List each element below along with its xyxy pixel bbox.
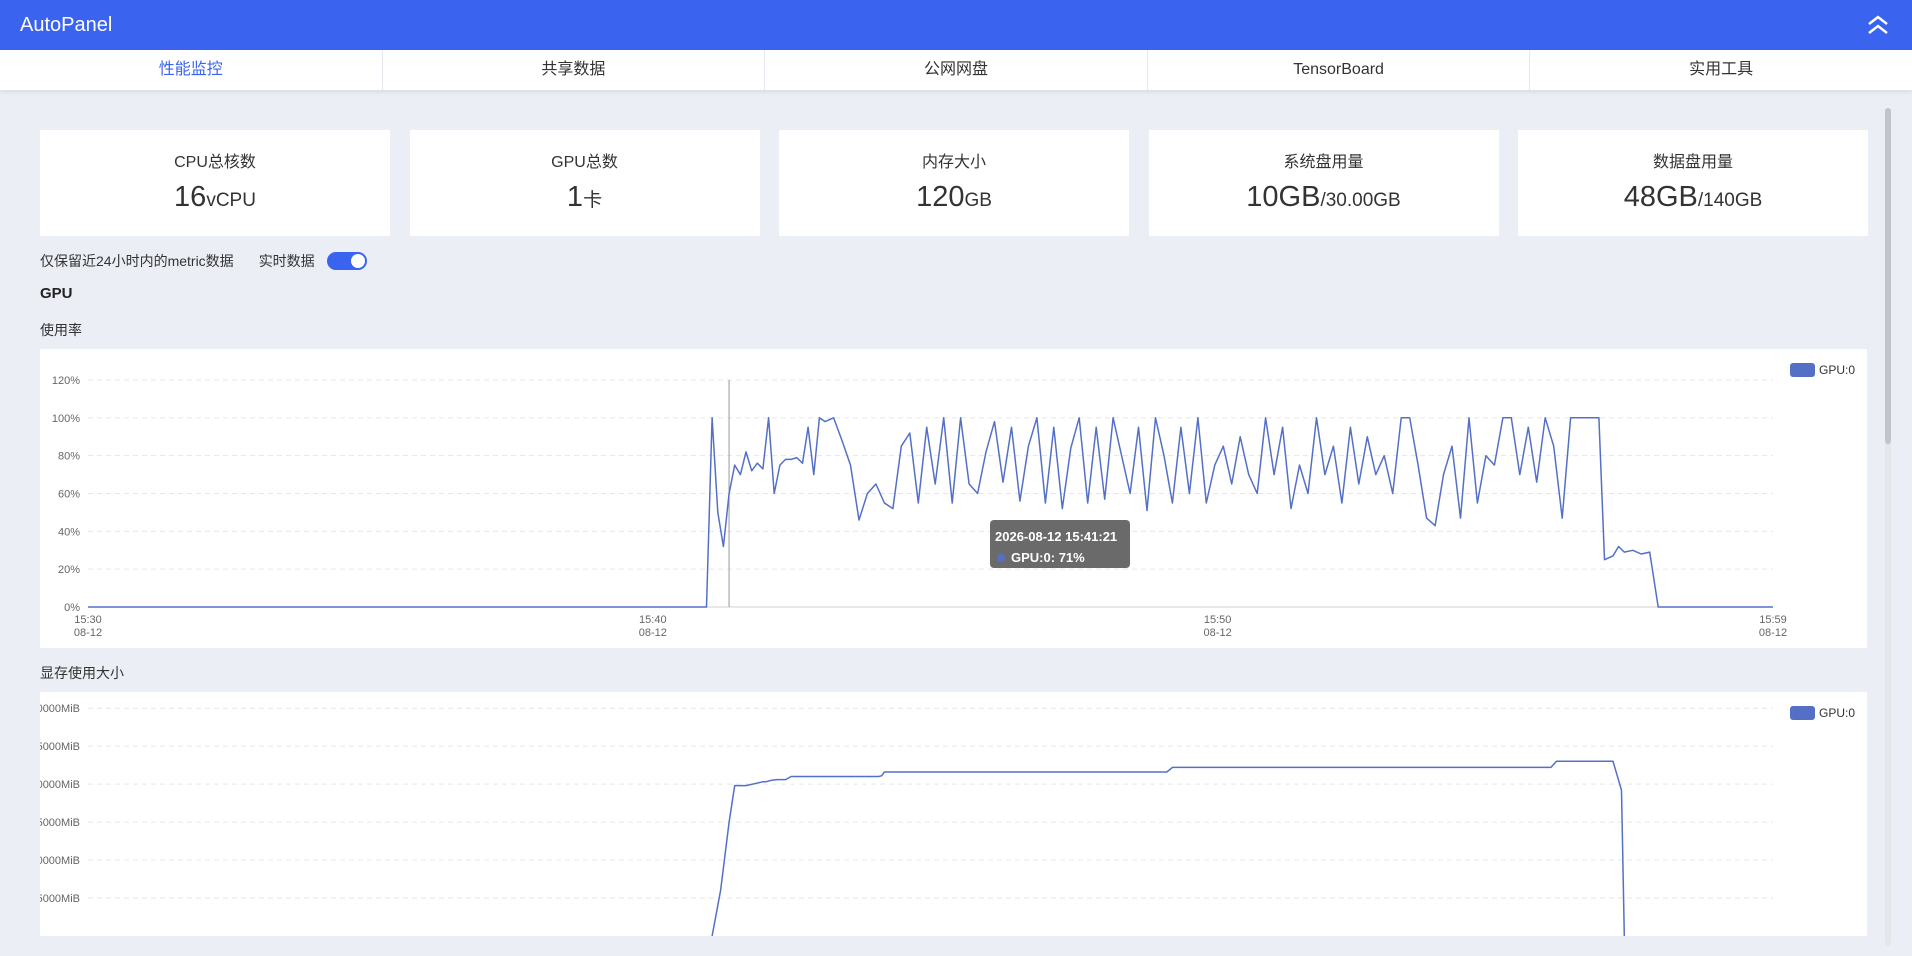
series-line-gpu0: [711, 760, 1626, 936]
memory-card: 内存大小 120GB: [779, 130, 1129, 236]
card-number: 16: [174, 181, 207, 213]
card-value: 10GB/30.00GB: [1149, 181, 1499, 214]
top-bar: AutoPanel: [0, 0, 1912, 50]
scrollbar[interactable]: [1885, 108, 1891, 946]
y-tick-label: 0%: [64, 602, 80, 614]
realtime-label: 实时数据: [258, 253, 315, 269]
tab-public-drive[interactable]: 公网网盘: [765, 50, 1148, 90]
y-tick-label: 30000MiB: [40, 703, 80, 715]
section-title: GPU: [40, 285, 73, 302]
y-tick-label: 100%: [52, 413, 80, 425]
card-label: 系统盘用量: [1283, 154, 1364, 171]
legend-label: GPU:0: [1819, 363, 1855, 377]
y-tick-label: 60%: [58, 489, 80, 501]
y-tick-label: 120%: [52, 375, 80, 387]
y-tick-label: 40%: [58, 526, 80, 538]
realtime-row: 仅保留近24小时内的metric数据 实时数据: [40, 251, 367, 271]
card-unit: /140GB: [1697, 190, 1763, 211]
tab-shared-data[interactable]: 共享数据: [383, 50, 766, 90]
double-chevron-up-icon[interactable]: [1864, 11, 1892, 39]
legend-label: GPU:0: [1819, 706, 1855, 720]
gpu-utilization-label: 使用率: [40, 322, 82, 338]
card-unit: 卡: [583, 190, 603, 211]
x-tick-label: 15:40: [639, 614, 667, 626]
x-tick-date: 08-12: [1759, 627, 1787, 639]
card-unit: GB: [964, 190, 992, 211]
y-tick-label: 25000MiB: [40, 741, 80, 753]
gpu-memory-label: 显存使用大小: [40, 665, 124, 681]
main-tabs: 性能监控 共享数据 公网网盘 TensorBoard 实用工具: [0, 50, 1912, 90]
y-tick-label: 80%: [58, 451, 80, 463]
realtime-toggle[interactable]: [326, 252, 367, 270]
data-disk-card: 数据盘用量 48GB/140GB: [1518, 130, 1868, 236]
card-label: 数据盘用量: [1652, 154, 1733, 171]
card-number: 48GB: [1623, 181, 1698, 213]
app-title: AutoPanel: [20, 14, 113, 36]
tooltip-series: GPU:0: [1011, 550, 1051, 565]
card-unit: vCPU: [206, 190, 256, 211]
y-tick-label: 20000MiB: [40, 779, 80, 791]
y-tick-label: 5000MiB: [40, 893, 80, 905]
gpu-utilization-plot[interactable]: 0%20%40%60%80%100%120%15:3008-1215:4008-…: [40, 349, 1867, 648]
card-value: 1卡: [410, 181, 760, 214]
legend-swatch: [1790, 363, 1815, 377]
card-label: 内存大小: [921, 154, 986, 171]
scrollbar-thumb[interactable]: [1885, 108, 1891, 444]
card-number: 1: [566, 181, 584, 213]
gpu-memory-chart[interactable]: 5000MiB 10000MiB 15000MiB 20000MiB 25000MiB 3…: [40, 692, 1867, 936]
gpu-memory-plot[interactable]: 5000MiB 10000MiB 15000MiB 20000MiB 25000MiB 3…: [40, 692, 1867, 936]
y-tick-label: 15000MiB: [40, 817, 80, 829]
card-value: 120GB: [779, 181, 1129, 214]
tab-performance[interactable]: 性能监控: [0, 50, 383, 90]
series-line-gpu0: [88, 417, 1773, 608]
card-label: CPU总核数: [174, 154, 256, 171]
system-disk-card: 系统盘用量 10GB/30.00GB: [1148, 130, 1499, 236]
x-tick-date: 08-12: [74, 627, 102, 639]
card-unit: /30.00GB: [1320, 190, 1401, 211]
tab-tensorboard[interactable]: TensorBoard: [1148, 50, 1531, 90]
card-label: GPU总数: [551, 154, 618, 171]
toggle-knob: [350, 254, 365, 268]
tooltip-row: GPU:0: 71%: [995, 547, 1130, 568]
tooltip-time: 2026-08-12 15:41:21: [995, 529, 1118, 544]
card-value: 48GB/140GB: [1518, 181, 1868, 214]
chart-tooltip: 2026-08-12 15:41:21 GPU:0: 71%: [990, 520, 1130, 568]
cpu-card: CPU总核数 16vCPU: [40, 130, 390, 236]
retention-notice: 仅保留近24小时内的metric数据: [40, 253, 234, 269]
tab-tools[interactable]: 实用工具: [1530, 50, 1912, 90]
y-tick-label: 10000MiB: [40, 855, 80, 867]
resource-cards: CPU总核数 16vCPU GPU总数 1卡 内存大小 120GB 系统盘用量 …: [40, 130, 1868, 236]
card-value: 16vCPU: [40, 181, 390, 214]
x-tick-label: 15:50: [1204, 614, 1232, 626]
card-number: 120: [916, 181, 965, 213]
tooltip-value: 71%: [1058, 550, 1085, 565]
x-tick-label: 15:59: [1759, 614, 1787, 626]
legend-swatch: [1790, 706, 1815, 720]
gpu-card: GPU总数 1卡: [409, 130, 760, 236]
x-tick-date: 08-12: [1204, 627, 1232, 639]
x-tick-date: 08-12: [639, 627, 667, 639]
card-number: 10GB: [1246, 181, 1321, 213]
y-tick-label: 20%: [58, 564, 80, 576]
tooltip-series-dot: [997, 554, 1005, 562]
x-tick-label: 15:30: [74, 614, 102, 626]
gpu-utilization-chart[interactable]: 0% 20% 40% 60% 80% 100% 120% 15:30 08-12 15:40 08-…: [40, 349, 1867, 648]
